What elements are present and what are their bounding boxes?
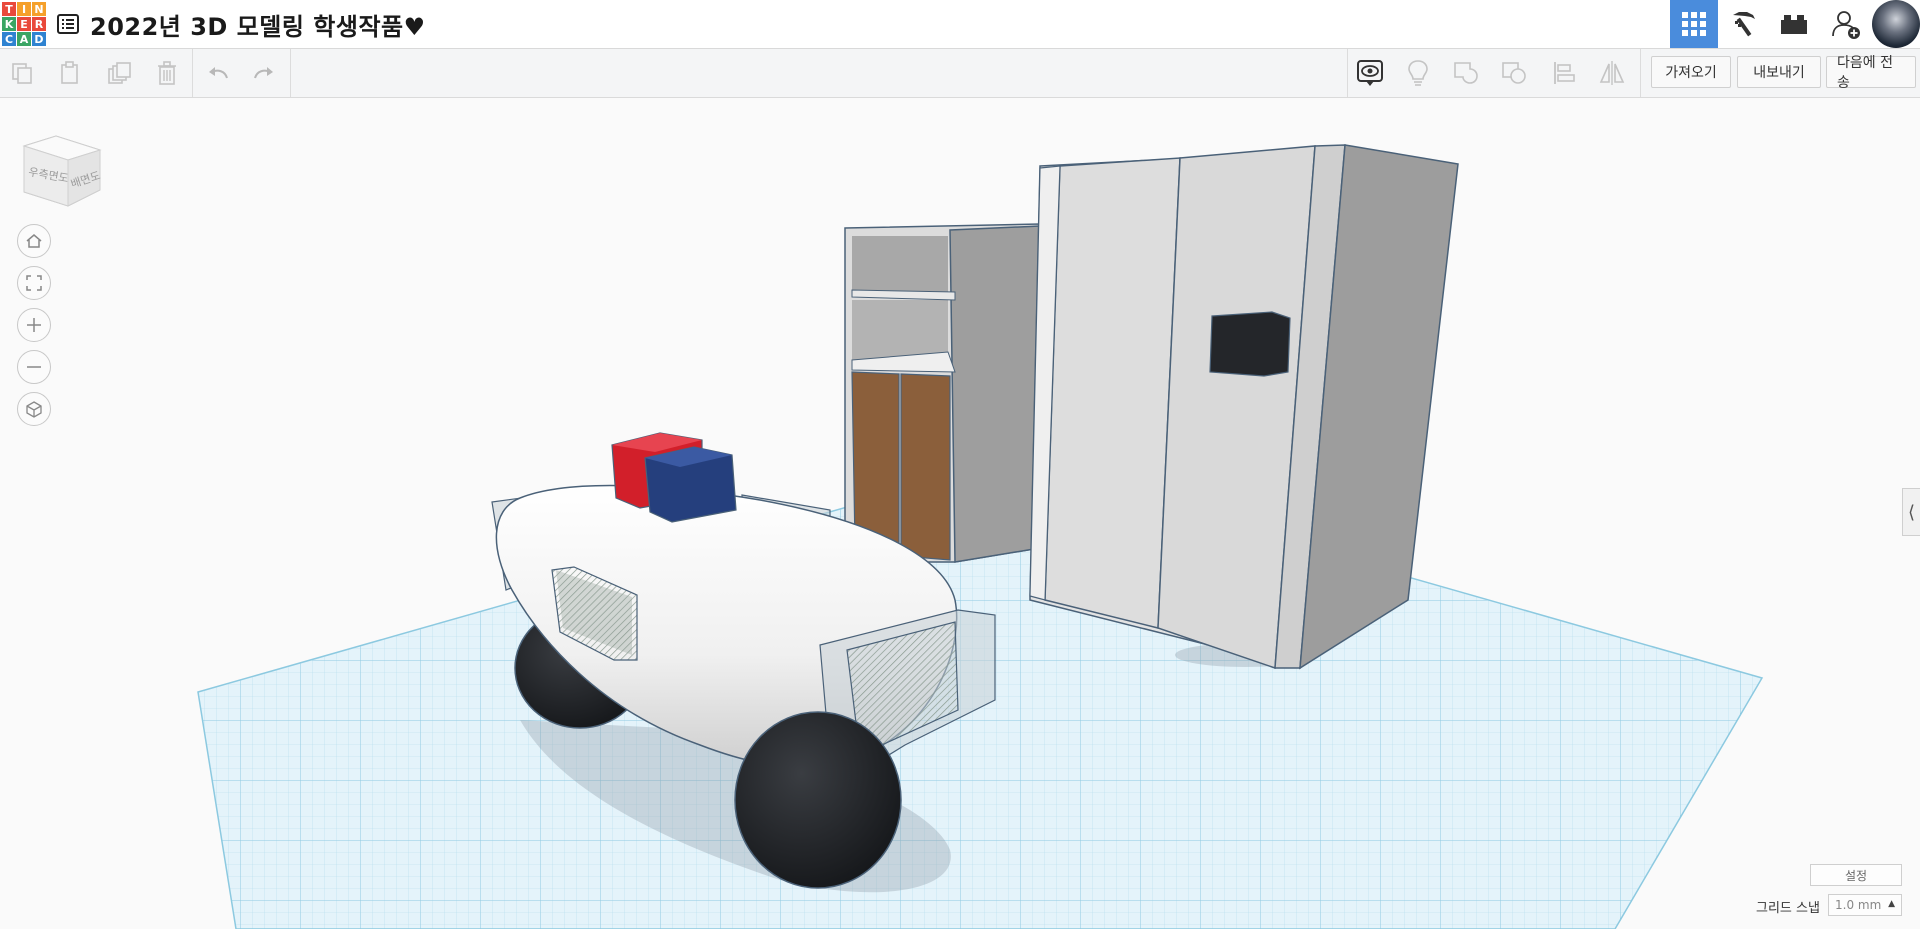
redo-button[interactable] — [246, 55, 282, 91]
trash-icon — [158, 61, 176, 85]
refrigerator-model[interactable] — [1029, 144, 1459, 670]
shapes-panel-toggle[interactable]: ⟨ — [1902, 488, 1920, 536]
user-avatar[interactable] — [1872, 0, 1920, 48]
paste-icon — [61, 61, 78, 84]
eye-bubble-icon — [1357, 60, 1383, 86]
logo-letter: T — [2, 2, 16, 16]
copy-button[interactable] — [4, 55, 40, 91]
import-button[interactable]: 가져오기 — [1651, 56, 1731, 88]
logo-letter: I — [17, 2, 31, 16]
grid-snap-select[interactable]: 1.0 mm ▲ — [1828, 894, 1902, 916]
export-button[interactable]: 내보내기 — [1737, 56, 1821, 88]
edit-toolbar: 가져오기 내보내기 다음에 전송 — [0, 49, 1920, 98]
grid-snap-value: 1.0 mm — [1835, 898, 1882, 912]
send-to-button[interactable]: 다음에 전송 — [1826, 55, 1916, 91]
home-view-button[interactable] — [17, 224, 51, 258]
toolbar-divider — [1347, 49, 1348, 97]
add-user-icon — [1832, 11, 1860, 39]
tinkercad-logo[interactable]: T I N K E R C A D — [2, 2, 46, 46]
undo-button[interactable] — [200, 55, 236, 91]
logo-letter: E — [17, 17, 31, 31]
group-icon — [1454, 62, 1478, 84]
invite-user-button[interactable] — [1822, 0, 1870, 48]
toolbar-divider — [192, 49, 193, 97]
pickaxe-icon — [1733, 12, 1755, 37]
fit-view-button[interactable] — [17, 266, 51, 300]
title-area: 2022년 3D 모델링 학생작품♥ — [56, 7, 426, 42]
workplane-viewport[interactable] — [0, 98, 1920, 929]
minus-icon — [27, 366, 41, 368]
toolbar-divider — [1640, 49, 1641, 97]
duplicate-button[interactable] — [101, 55, 137, 91]
align-icon — [1554, 62, 1575, 84]
ungroup-icon — [1502, 62, 1526, 84]
redo-icon — [254, 67, 273, 79]
document-title[interactable]: 2022년 3D 모델링 학생작품♥ — [90, 7, 426, 42]
mirror-icon — [1599, 61, 1625, 85]
chevron-left-icon: ⟨ — [1907, 501, 1916, 523]
zoom-in-button[interactable] — [17, 308, 51, 342]
logo-letter: K — [2, 17, 16, 31]
grid-snap-label: 그리드 스냅 — [1756, 901, 1820, 916]
logo-letter: R — [32, 17, 46, 31]
duplicate-icon — [108, 62, 131, 84]
toolbar-divider — [290, 49, 291, 97]
caret-up-icon: ▲ — [1888, 899, 1895, 909]
logo-letter: D — [32, 32, 46, 46]
perspective-toggle-button[interactable] — [17, 392, 51, 426]
delete-button[interactable] — [149, 55, 185, 91]
group-button[interactable] — [1448, 55, 1484, 91]
plus-icon — [27, 318, 41, 332]
paste-button[interactable] — [52, 55, 88, 91]
mirror-button[interactable] — [1594, 55, 1630, 91]
align-button[interactable] — [1546, 55, 1582, 91]
home-icon — [26, 234, 42, 248]
brick-icon — [1781, 15, 1807, 34]
ungroup-button[interactable] — [1496, 55, 1532, 91]
fit-icon — [26, 275, 42, 291]
settings-button[interactable]: 설정 — [1810, 864, 1902, 886]
undo-icon — [209, 67, 228, 79]
copy-icon — [12, 63, 32, 84]
logo-letter: C — [2, 32, 16, 46]
bricks-view-button[interactable] — [1770, 0, 1818, 48]
logo-letter: N — [32, 2, 46, 16]
cube-icon — [26, 401, 42, 418]
list-icon[interactable] — [56, 12, 80, 36]
top-header: T I N K E R C A D 2022년 3D 모델링 학생작품♥ — [0, 0, 1920, 49]
zoom-out-button[interactable] — [17, 350, 51, 384]
minecraft-view-button[interactable] — [1720, 0, 1768, 48]
logo-letter: A — [17, 32, 31, 46]
3d-design-view-button[interactable] — [1670, 0, 1718, 48]
bookshelf-model[interactable] — [844, 223, 1041, 563]
view-cube[interactable]: 우측면도 배면도 — [20, 128, 104, 208]
notes-button[interactable] — [1400, 55, 1436, 91]
lightbulb-icon — [1408, 60, 1428, 86]
grid-icon — [1682, 12, 1706, 36]
show-all-button[interactable] — [1352, 55, 1388, 91]
